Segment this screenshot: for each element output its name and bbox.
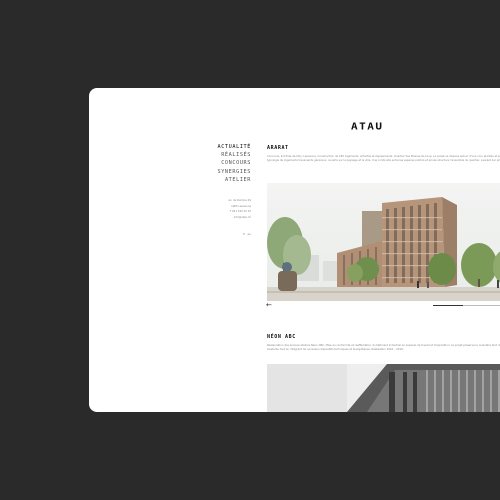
nav-item-realises[interactable]: RÉALISÉS (209, 151, 251, 159)
project-title-neon-abc[interactable]: NÉON ABC (267, 334, 296, 340)
nav-item-actualite[interactable]: ACTUALITÉ (209, 143, 251, 151)
project-description-ararat: Concours, Ilot Prés-de-Vidy, Lausanne. C… (267, 155, 500, 162)
project-title-ararat[interactable]: ARARAT (267, 145, 289, 151)
project-image-neon-abc[interactable] (267, 364, 500, 412)
slider-progress-bar[interactable] (433, 305, 500, 307)
showcase-background: ACTUALITÉ RÉALISÉS CONCOURS SYNERGIES AT… (0, 0, 500, 500)
building-rendering (267, 183, 500, 301)
contact-address: Av. de Rumine 29 1005 Lausanne T 021 320… (209, 198, 251, 220)
main-navigation: ACTUALITÉ RÉALISÉS CONCOURS SYNERGIES AT… (209, 143, 251, 184)
slider-progress-fill (433, 305, 464, 307)
nav-item-synergies[interactable]: SYNERGIES (209, 168, 251, 176)
project-image-ararat[interactable] (267, 183, 500, 301)
website-window: ACTUALITÉ RÉALISÉS CONCOURS SYNERGIES AT… (89, 88, 500, 412)
project-description-neon-abc: Restauration des anciens ateliers Néon A… (267, 344, 500, 351)
slider-prev-arrow-icon[interactable]: ← (266, 302, 272, 309)
site-logo[interactable]: ATAU (351, 121, 384, 132)
language-switch[interactable]: fr · en (229, 232, 251, 236)
address-email[interactable]: info@atau.ch (209, 215, 251, 221)
nav-item-atelier[interactable]: ATELIER (209, 176, 251, 184)
building-photo (267, 364, 500, 412)
nav-item-concours[interactable]: CONCOURS (209, 159, 251, 167)
